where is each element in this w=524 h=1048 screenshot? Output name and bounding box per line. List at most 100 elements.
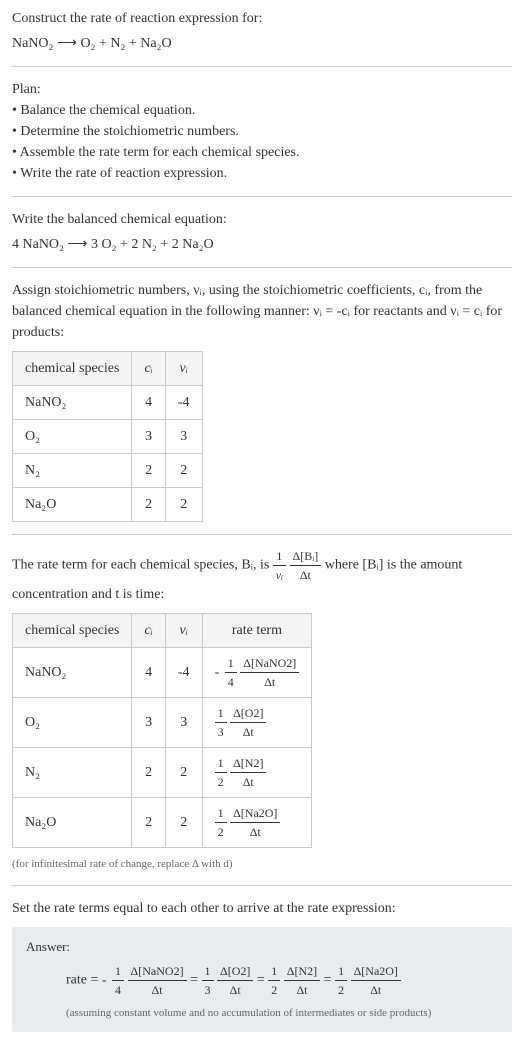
frac-coef: 12 (268, 962, 280, 999)
infinitesimal-note: (for infinitesimal rate of change, repla… (12, 856, 512, 873)
cell-c: 3 (132, 420, 165, 454)
stoich-intro: Assign stoichiometric numbers, νᵢ, using… (12, 280, 512, 343)
frac-coef: 13 (202, 962, 214, 999)
cell-c: 2 (132, 798, 165, 848)
frac-coef: 12 (335, 962, 347, 999)
cell-c: 4 (132, 648, 165, 698)
frac-den: νᵢ (273, 566, 286, 584)
rate-term-section: The rate term for each chemical species,… (12, 547, 512, 873)
cell-v: -4 (165, 386, 202, 420)
equals: = (190, 973, 201, 988)
cell-c: 3 (132, 698, 165, 748)
divider (12, 534, 512, 535)
answer-box: Answer: rate = - 14 Δ[NaNO2]Δt = 13 Δ[O2… (12, 927, 512, 1032)
frac-coef: 14 (225, 654, 237, 691)
cell-species: NaNO₂ (13, 386, 132, 420)
cell-species: O₂ (13, 420, 132, 454)
cell-v: 2 (165, 454, 202, 488)
cell-rate: 12 Δ[N2]Δt (202, 748, 312, 798)
title-section: Construct the rate of reaction expressio… (12, 8, 512, 54)
plan-heading: Plan: (12, 79, 512, 100)
col-species: chemical species (13, 352, 132, 386)
stoich-table: chemical species cᵢ νᵢ NaNO₂ 4 -4 O₂ 3 3… (12, 351, 203, 522)
frac-conc: Δ[N2]Δt (284, 962, 320, 999)
col-species: chemical species (13, 614, 132, 648)
plan-item: • Write the rate of reaction expression. (12, 163, 512, 184)
cell-v: -4 (165, 648, 202, 698)
table-header-row: chemical species cᵢ νᵢ (13, 352, 203, 386)
table-row: N₂ 2 2 12 Δ[N2]Δt (13, 748, 312, 798)
col-c: cᵢ (132, 352, 165, 386)
final-section: Set the rate terms equal to each other t… (12, 898, 512, 1032)
plan-item: • Balance the chemical equation. (12, 100, 512, 121)
frac-coef: 13 (215, 704, 227, 741)
table-row: Na₂O 2 2 (13, 488, 203, 522)
divider (12, 66, 512, 67)
balanced-equation: 4 NaNO₂ ⟶ 3 O₂ + 2 N₂ + 2 Na₂O (12, 234, 512, 255)
frac-conc: Δ[Na2O]Δt (351, 962, 401, 999)
cell-c: 4 (132, 386, 165, 420)
table-row: N₂ 2 2 (13, 454, 203, 488)
cell-species: NaNO₂ (13, 648, 132, 698)
answer-label: Answer: (26, 937, 498, 957)
cell-rate: 13 Δ[O2]Δt (202, 698, 312, 748)
table-row: Na₂O 2 2 12 Δ[Na2O]Δt (13, 798, 312, 848)
cell-species: N₂ (13, 748, 132, 798)
cell-rate: 12 Δ[Na2O]Δt (202, 798, 312, 848)
sign: - (102, 973, 107, 988)
col-c: cᵢ (132, 614, 165, 648)
frac-coef: 14 (112, 962, 124, 999)
frac-coef: 1 νᵢ (273, 547, 286, 584)
frac-num: Δ[Bᵢ] (290, 547, 322, 566)
col-rate: rate term (202, 614, 312, 648)
stoich-section: Assign stoichiometric numbers, νᵢ, using… (12, 280, 512, 522)
frac-den: Δt (290, 566, 322, 584)
table-row: NaNO₂ 4 -4 (13, 386, 203, 420)
plan-section: Plan: • Balance the chemical equation. •… (12, 79, 512, 184)
frac-conc: Δ[Na2O]Δt (230, 804, 280, 841)
col-v: νᵢ (165, 614, 202, 648)
cell-v: 3 (165, 698, 202, 748)
cell-c: 2 (132, 748, 165, 798)
cell-v: 2 (165, 488, 202, 522)
col-v: νᵢ (165, 352, 202, 386)
plan-item: • Assemble the rate term for each chemic… (12, 142, 512, 163)
divider (12, 196, 512, 197)
cell-v: 2 (165, 798, 202, 848)
frac-coef: 12 (215, 754, 227, 791)
frac-conc: Δ[O2]Δt (230, 704, 266, 741)
cell-species: Na₂O (13, 488, 132, 522)
cell-c: 2 (132, 488, 165, 522)
plan-item: • Determine the stoichiometric numbers. (12, 121, 512, 142)
balanced-heading: Write the balanced chemical equation: (12, 209, 512, 230)
equals: = (324, 973, 335, 988)
cell-species: Na₂O (13, 798, 132, 848)
table-row: O₂ 3 3 (13, 420, 203, 454)
divider (12, 885, 512, 886)
table-header-row: chemical species cᵢ νᵢ rate term (13, 614, 312, 648)
table-row: O₂ 3 3 13 Δ[O2]Δt (13, 698, 312, 748)
rate-term-table: chemical species cᵢ νᵢ rate term NaNO₂ 4… (12, 613, 312, 848)
answer-note: (assuming constant volume and no accumul… (26, 1005, 498, 1022)
divider (12, 267, 512, 268)
cell-c: 2 (132, 454, 165, 488)
sign: - (215, 665, 220, 680)
title: Construct the rate of reaction expressio… (12, 8, 512, 29)
unbalanced-equation: NaNO₂ ⟶ O₂ + N₂ + Na₂O (12, 33, 512, 54)
frac-num: 1 (273, 547, 286, 566)
rate-term-text-1: The rate term for each chemical species,… (12, 558, 273, 573)
rate-expression: rate = - 14 Δ[NaNO2]Δt = 13 Δ[O2]Δt = 12… (26, 962, 498, 999)
balanced-section: Write the balanced chemical equation: 4 … (12, 209, 512, 255)
rate-prefix: rate = (66, 973, 102, 988)
frac-conc: Δ[O2]Δt (217, 962, 253, 999)
cell-species: O₂ (13, 698, 132, 748)
equals: = (257, 973, 268, 988)
frac-coef: 12 (215, 804, 227, 841)
table-row: NaNO₂ 4 -4 - 14 Δ[NaNO2]Δt (13, 648, 312, 698)
frac-conc: Δ[N2]Δt (230, 754, 266, 791)
cell-v: 2 (165, 748, 202, 798)
frac-conc: Δ[NaNO2]Δt (128, 962, 187, 999)
frac-conc: Δ[NaNO2]Δt (240, 654, 299, 691)
cell-rate: - 14 Δ[NaNO2]Δt (202, 648, 312, 698)
frac-conc: Δ[Bᵢ] Δt (290, 547, 322, 584)
